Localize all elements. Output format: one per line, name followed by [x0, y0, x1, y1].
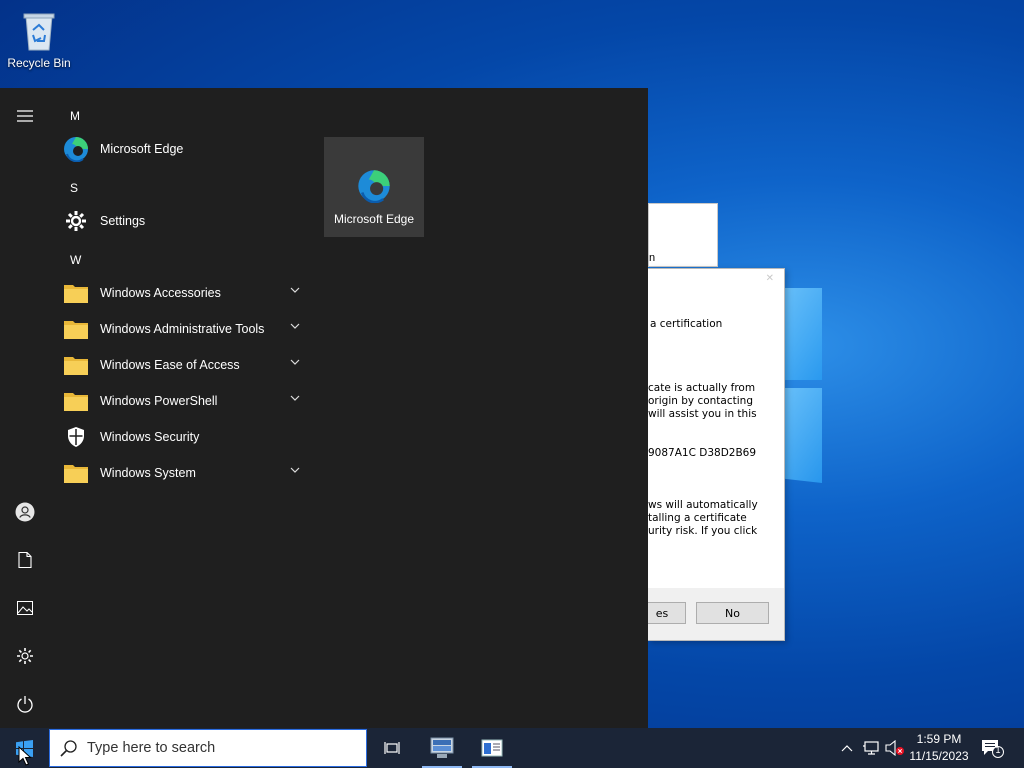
app-windows-administrative-tools[interactable]: Windows Administrative Tools: [58, 311, 308, 347]
chevron-down-icon[interactable]: [290, 359, 300, 365]
start-menu: M Microsoft Edge S Settings W Windows Ac…: [0, 88, 648, 728]
settings-button[interactable]: [0, 636, 50, 676]
background-window[interactable]: n: [648, 203, 718, 267]
clock-date: 11/15/2023: [909, 749, 969, 763]
task-view-icon: [384, 742, 400, 754]
chevron-down-icon[interactable]: [290, 323, 300, 329]
network-status-button[interactable]: [860, 738, 882, 758]
app-windows-system[interactable]: Windows System: [58, 455, 308, 491]
app-name: Windows System: [100, 466, 196, 480]
tile-microsoft-edge[interactable]: Microsoft Edge: [324, 137, 424, 237]
volume-button[interactable]: [884, 738, 906, 758]
power-icon: [17, 696, 33, 713]
search-icon: [60, 739, 77, 757]
app-name: Windows Accessories: [100, 286, 221, 300]
documents-button[interactable]: [0, 540, 50, 580]
user-account-button[interactable]: [0, 492, 50, 532]
dialog-text-line: ws will automatically: [648, 499, 758, 511]
dialog-text-line: urity risk. If you click: [648, 525, 758, 537]
chevron-down-icon[interactable]: [290, 395, 300, 401]
dialog-text-line: cate is actually from: [648, 382, 756, 394]
chevron-down-icon[interactable]: [290, 287, 300, 293]
server-manager-icon: [430, 737, 454, 758]
app-windows-ease-of-access[interactable]: Windows Ease of Access: [58, 347, 308, 383]
action-center-button[interactable]: 1: [980, 738, 1004, 758]
recycle-bin-label: Recycle Bin: [7, 56, 71, 70]
app-name: Microsoft Edge: [100, 142, 184, 156]
folder-icon: [62, 387, 90, 415]
task-view-button[interactable]: [368, 728, 416, 768]
app-name: Windows Security: [100, 430, 200, 444]
taskbar-app-server-manager[interactable]: [418, 728, 466, 768]
close-icon[interactable]: ✕: [766, 273, 774, 284]
dialog-button-bar: es No: [638, 588, 784, 640]
power-button[interactable]: [0, 684, 50, 724]
window-app-icon: [481, 739, 503, 757]
thumbprint-text: 9087A1C D38D2B69: [648, 447, 757, 459]
app-name: Windows Administrative Tools: [100, 322, 265, 336]
app-name: Windows Ease of Access: [100, 358, 240, 372]
expand-menu-button[interactable]: [0, 96, 50, 136]
dialog-text-line: a certification: [650, 318, 723, 330]
dialog-text-line: origin by contacting: [648, 395, 753, 407]
app-name: Settings: [100, 214, 146, 228]
volume-muted-icon: [885, 740, 904, 756]
recycle-bin-icon: [23, 13, 55, 51]
app-name: Windows PowerShell: [100, 394, 218, 408]
chevron-up-icon: [841, 745, 853, 752]
group-header-w[interactable]: W: [70, 253, 81, 267]
notification-count: 1: [995, 745, 1001, 755]
dialog-text-line: talling a certificate: [648, 512, 747, 524]
clock-time: 1:59 PM: [916, 732, 962, 746]
search-placeholder: Type here to search: [87, 740, 216, 756]
hamburger-icon: [17, 110, 33, 122]
no-button[interactable]: No: [696, 602, 769, 624]
folder-icon: [62, 279, 90, 307]
network-icon: [863, 741, 879, 755]
app-windows-accessories[interactable]: Windows Accessories: [58, 275, 308, 311]
user-icon: [15, 502, 35, 522]
document-icon: [18, 552, 32, 568]
edge-icon: [62, 135, 90, 163]
tile-label: Microsoft Edge: [333, 212, 415, 226]
taskbar: Type here to search 1:59 PM 11/15/2023 1: [0, 728, 1024, 768]
folder-icon: [62, 315, 90, 343]
group-header-s[interactable]: S: [70, 181, 78, 195]
dialog-text-line: will assist you in this: [648, 408, 757, 420]
search-box[interactable]: Type here to search: [49, 729, 367, 767]
security-warning-dialog[interactable]: ✕ a certification cate is actually from …: [638, 268, 785, 641]
mouse-cursor-icon: [18, 746, 32, 766]
app-microsoft-edge[interactable]: Microsoft Edge: [58, 131, 308, 167]
taskbar-app-window[interactable]: [468, 728, 516, 768]
gear-icon: [62, 207, 90, 235]
shield-icon: [62, 423, 90, 451]
show-hidden-icons-button[interactable]: [838, 738, 856, 758]
app-settings[interactable]: Settings: [58, 203, 308, 239]
recycle-bin-shortcut[interactable]: Recycle Bin: [4, 8, 74, 70]
group-header-m[interactable]: M: [70, 109, 80, 123]
pictures-icon: [17, 601, 33, 615]
settings-icon: [17, 648, 33, 664]
app-windows-powershell[interactable]: Windows PowerShell: [58, 383, 308, 419]
background-window-text: n: [649, 252, 656, 264]
app-windows-security[interactable]: Windows Security: [58, 419, 308, 455]
start-rail: [0, 88, 50, 728]
edge-icon: [357, 169, 391, 206]
pictures-button[interactable]: [0, 588, 50, 628]
folder-icon: [62, 351, 90, 379]
chevron-down-icon[interactable]: [290, 467, 300, 473]
folder-icon: [62, 459, 90, 487]
clock[interactable]: 1:59 PM 11/15/2023: [906, 731, 972, 765]
